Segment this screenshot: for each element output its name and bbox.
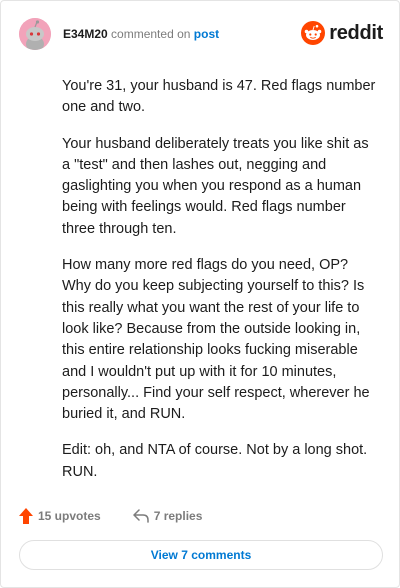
post-link[interactable]: post [194, 27, 219, 41]
comment-paragraph: Your husband deliberately treats you lik… [62, 135, 369, 237]
reply-arrow-icon [132, 509, 149, 523]
comment-footer: 15 upvotes 7 replies [19, 506, 202, 526]
upvote-arrow-icon [19, 508, 33, 524]
upvotes-count: 15 upvotes [38, 509, 101, 523]
comment-paragraph: How many more red flags do you need, OP?… [62, 257, 370, 423]
byline: E34M20 commented on post [63, 27, 219, 41]
replies-count: 7 replies [153, 509, 203, 523]
comment-card: E34M20 commented on post reddit You're 3… [0, 0, 400, 588]
action-text: commented on [111, 27, 191, 41]
comment-paragraph: You're 31, your husband is 47. Red flags… [62, 78, 376, 116]
comment-paragraph: Edit: oh, and NTA of course. Not by a lo… [62, 442, 368, 480]
comment-body: You're 31, your husband is 47. Red flags… [62, 76, 376, 498]
reddit-logo[interactable]: reddit [301, 21, 383, 45]
replies-stat[interactable]: 7 replies [132, 509, 203, 523]
username[interactable]: E34M20 [63, 27, 108, 41]
brand-name: reddit [329, 21, 383, 44]
snoo-avatar-icon[interactable] [19, 18, 51, 50]
upvotes-stat[interactable]: 15 upvotes [19, 508, 101, 524]
view-comments-button[interactable]: View 7 comments [19, 540, 383, 570]
comment-header: E34M20 commented on post reddit [19, 17, 383, 51]
reddit-logo-icon [301, 21, 326, 45]
